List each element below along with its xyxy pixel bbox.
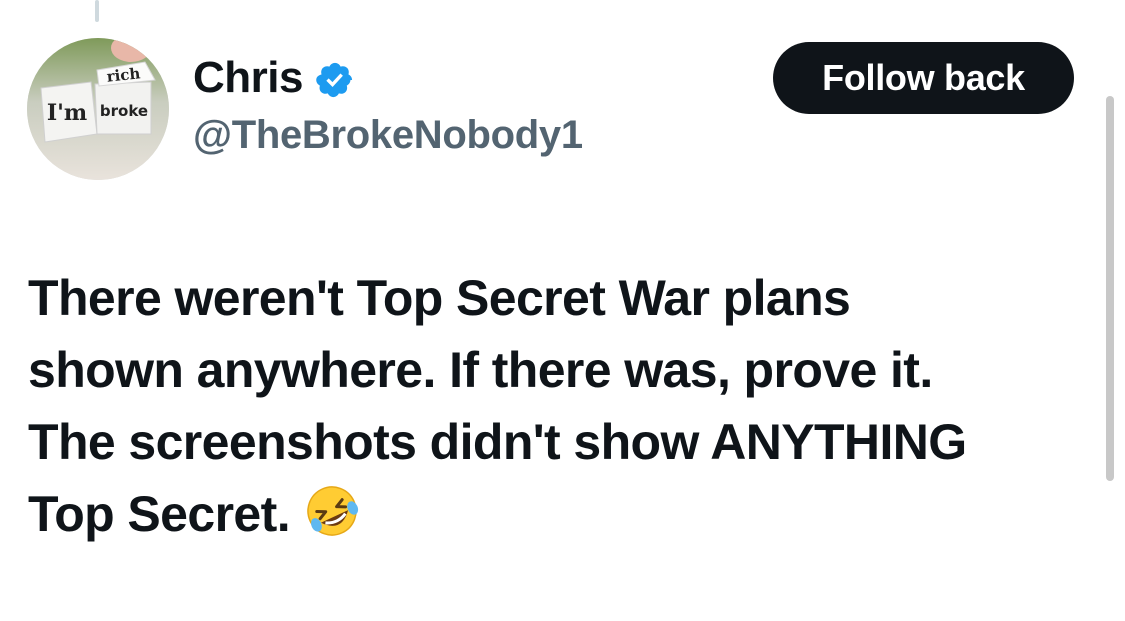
post-text-last-line: Top Secret. — [28, 478, 1098, 550]
verified-badge-icon[interactable] — [315, 60, 355, 100]
avatar[interactable]: rich I'm broke — [27, 38, 169, 180]
dice-left-text: I'm — [47, 100, 87, 126]
scrollbar[interactable] — [1106, 96, 1114, 481]
post-text-line: The screenshots didn't show ANYTHING — [28, 414, 967, 470]
post-text-line: Top Secret. — [28, 486, 291, 542]
thread-connector-line — [95, 0, 99, 22]
follow-back-button[interactable]: Follow back — [773, 42, 1074, 114]
author-display-name[interactable]: Chris — [193, 56, 303, 100]
rolling-on-the-floor-laughing-icon — [302, 481, 362, 541]
dice-top-text: rich — [106, 64, 141, 85]
post-text-line: There weren't Top Secret War plans — [28, 270, 851, 326]
dice-right-text: broke — [100, 102, 148, 120]
post-text-line: shown anywhere. If there was, prove it. — [28, 342, 933, 398]
author-name-row: Chris — [193, 50, 355, 106]
post-text: There weren't Top Secret War plans shown… — [28, 262, 1098, 550]
author-handle[interactable]: @TheBrokeNobody1 — [193, 115, 583, 155]
avatar-image: rich I'm broke — [27, 38, 169, 180]
